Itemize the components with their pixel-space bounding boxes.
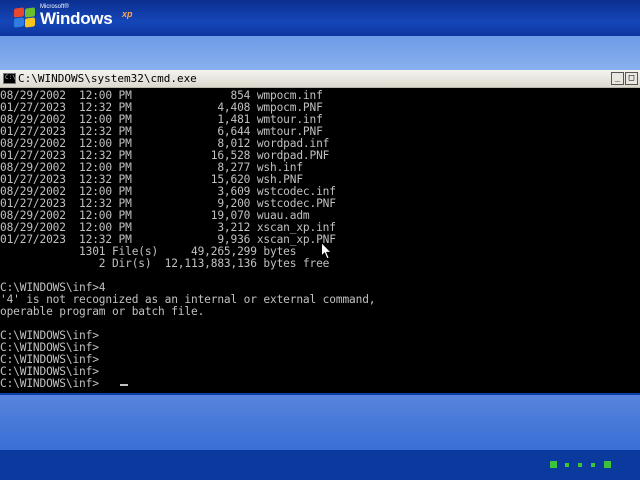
maximize-icon[interactable]: □ [625,72,638,85]
windows-xp-logo: Microsoft® Windows xp [10,3,140,33]
logo-windows-text: Windows [40,9,113,28]
console-error: operable program or batch file. [0,305,205,318]
setup-footer-band [0,450,640,480]
cmd-titlebar[interactable]: C:\ C:\WINDOWS\system32\cmd.exe _ □ [0,70,640,88]
setup-progress-dots-icon [550,460,620,470]
window-title: C:\WINDOWS\system32\cmd.exe [18,72,197,85]
setup-header-band: Microsoft® Windows xp [0,0,640,36]
console-output[interactable]: 08/29/2002 12:00 PM 854 wmpocm.inf 01/27… [0,90,640,393]
setup-body-band [0,395,640,450]
console-active-prompt[interactable]: C:\WINDOWS\inf> [0,378,99,390]
logo-xp-text: xp [122,9,133,19]
mouse-pointer-icon [321,242,333,260]
cmd-icon[interactable]: C:\ [3,73,16,84]
text-caret [120,384,128,386]
windows-flag-icon [14,7,36,28]
console-summary-dirs: 2 Dir(s) 12,113,883,136 bytes free [0,257,330,270]
cmd-window[interactable]: C:\ C:\WINDOWS\system32\cmd.exe _ □ 08/2… [0,70,640,393]
minimize-icon[interactable]: _ [611,72,624,85]
